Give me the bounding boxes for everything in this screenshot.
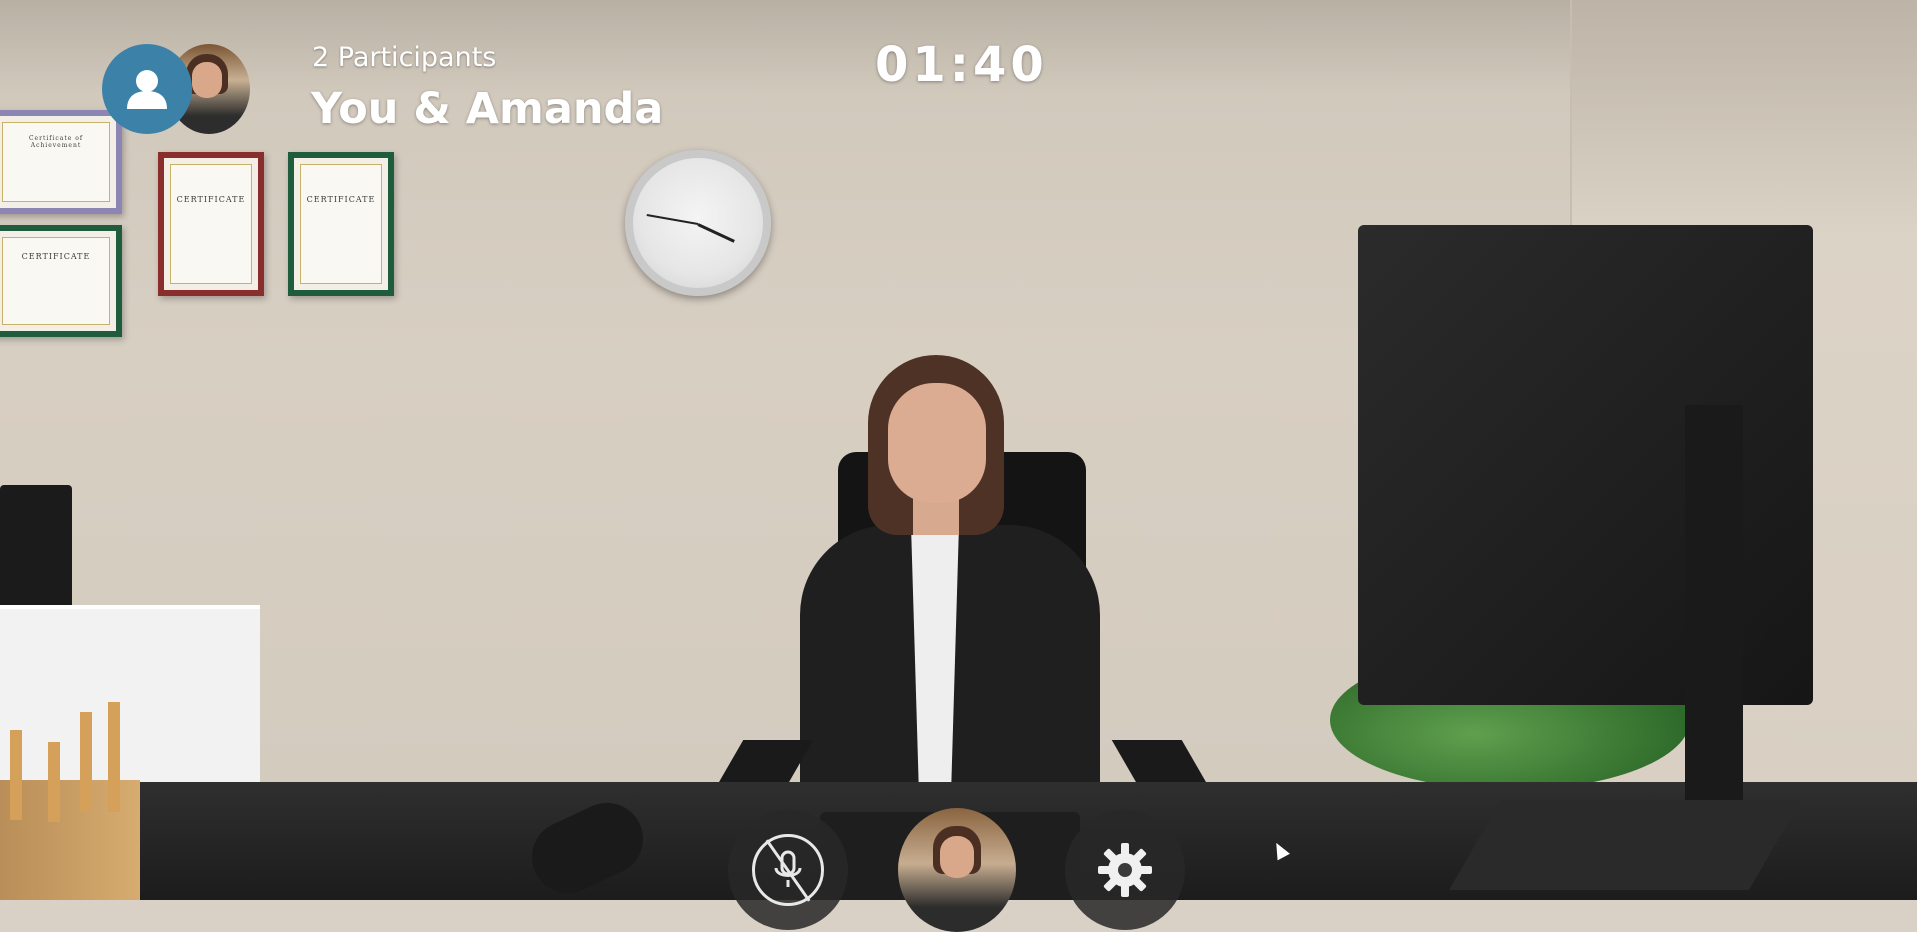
amanda-video-button[interactable] [898,808,1016,932]
pencil [108,702,120,812]
white-cabinet [0,605,260,789]
monitor-base [1449,800,1801,890]
certificate-title: CERTIFICATE [176,195,246,204]
certificate-title: Certificate of Achievement [28,135,84,149]
printer [0,485,72,625]
certificate-title: CERTIFICATE [306,195,376,204]
office-scene: Certificate of Achievement CERTIFICATE C… [0,0,1917,900]
computer-monitor [1358,225,1813,705]
certificate-title: CERTIFICATE [21,252,91,261]
gear-icon [1098,843,1152,897]
amanda-face [888,383,986,503]
avatar-face [940,836,974,878]
certificate-frame: CERTIFICATE [0,225,122,337]
certificate-frame: CERTIFICATE [288,152,394,296]
avatar-face [192,62,222,98]
call-timer: 01:40 [875,37,1048,93]
mic-muted-icon [752,834,824,906]
settings-button[interactable] [1065,810,1185,930]
self-avatar[interactable] [102,44,192,134]
certificate-frame: CERTIFICATE [158,152,264,296]
clock-hour-hand [697,223,735,243]
clock-minute-hand [646,213,699,225]
wall-clock [625,150,771,296]
pencil [48,742,60,822]
call-controls [720,808,1190,932]
participants-names: You & Amanda [311,84,664,134]
participants-count: 2 Participants [312,42,497,73]
mute-button[interactable] [728,810,848,930]
pencil [80,712,92,812]
certificate-frame: Certificate of Achievement [0,110,122,214]
pencil [10,730,22,820]
user-icon [127,70,167,109]
